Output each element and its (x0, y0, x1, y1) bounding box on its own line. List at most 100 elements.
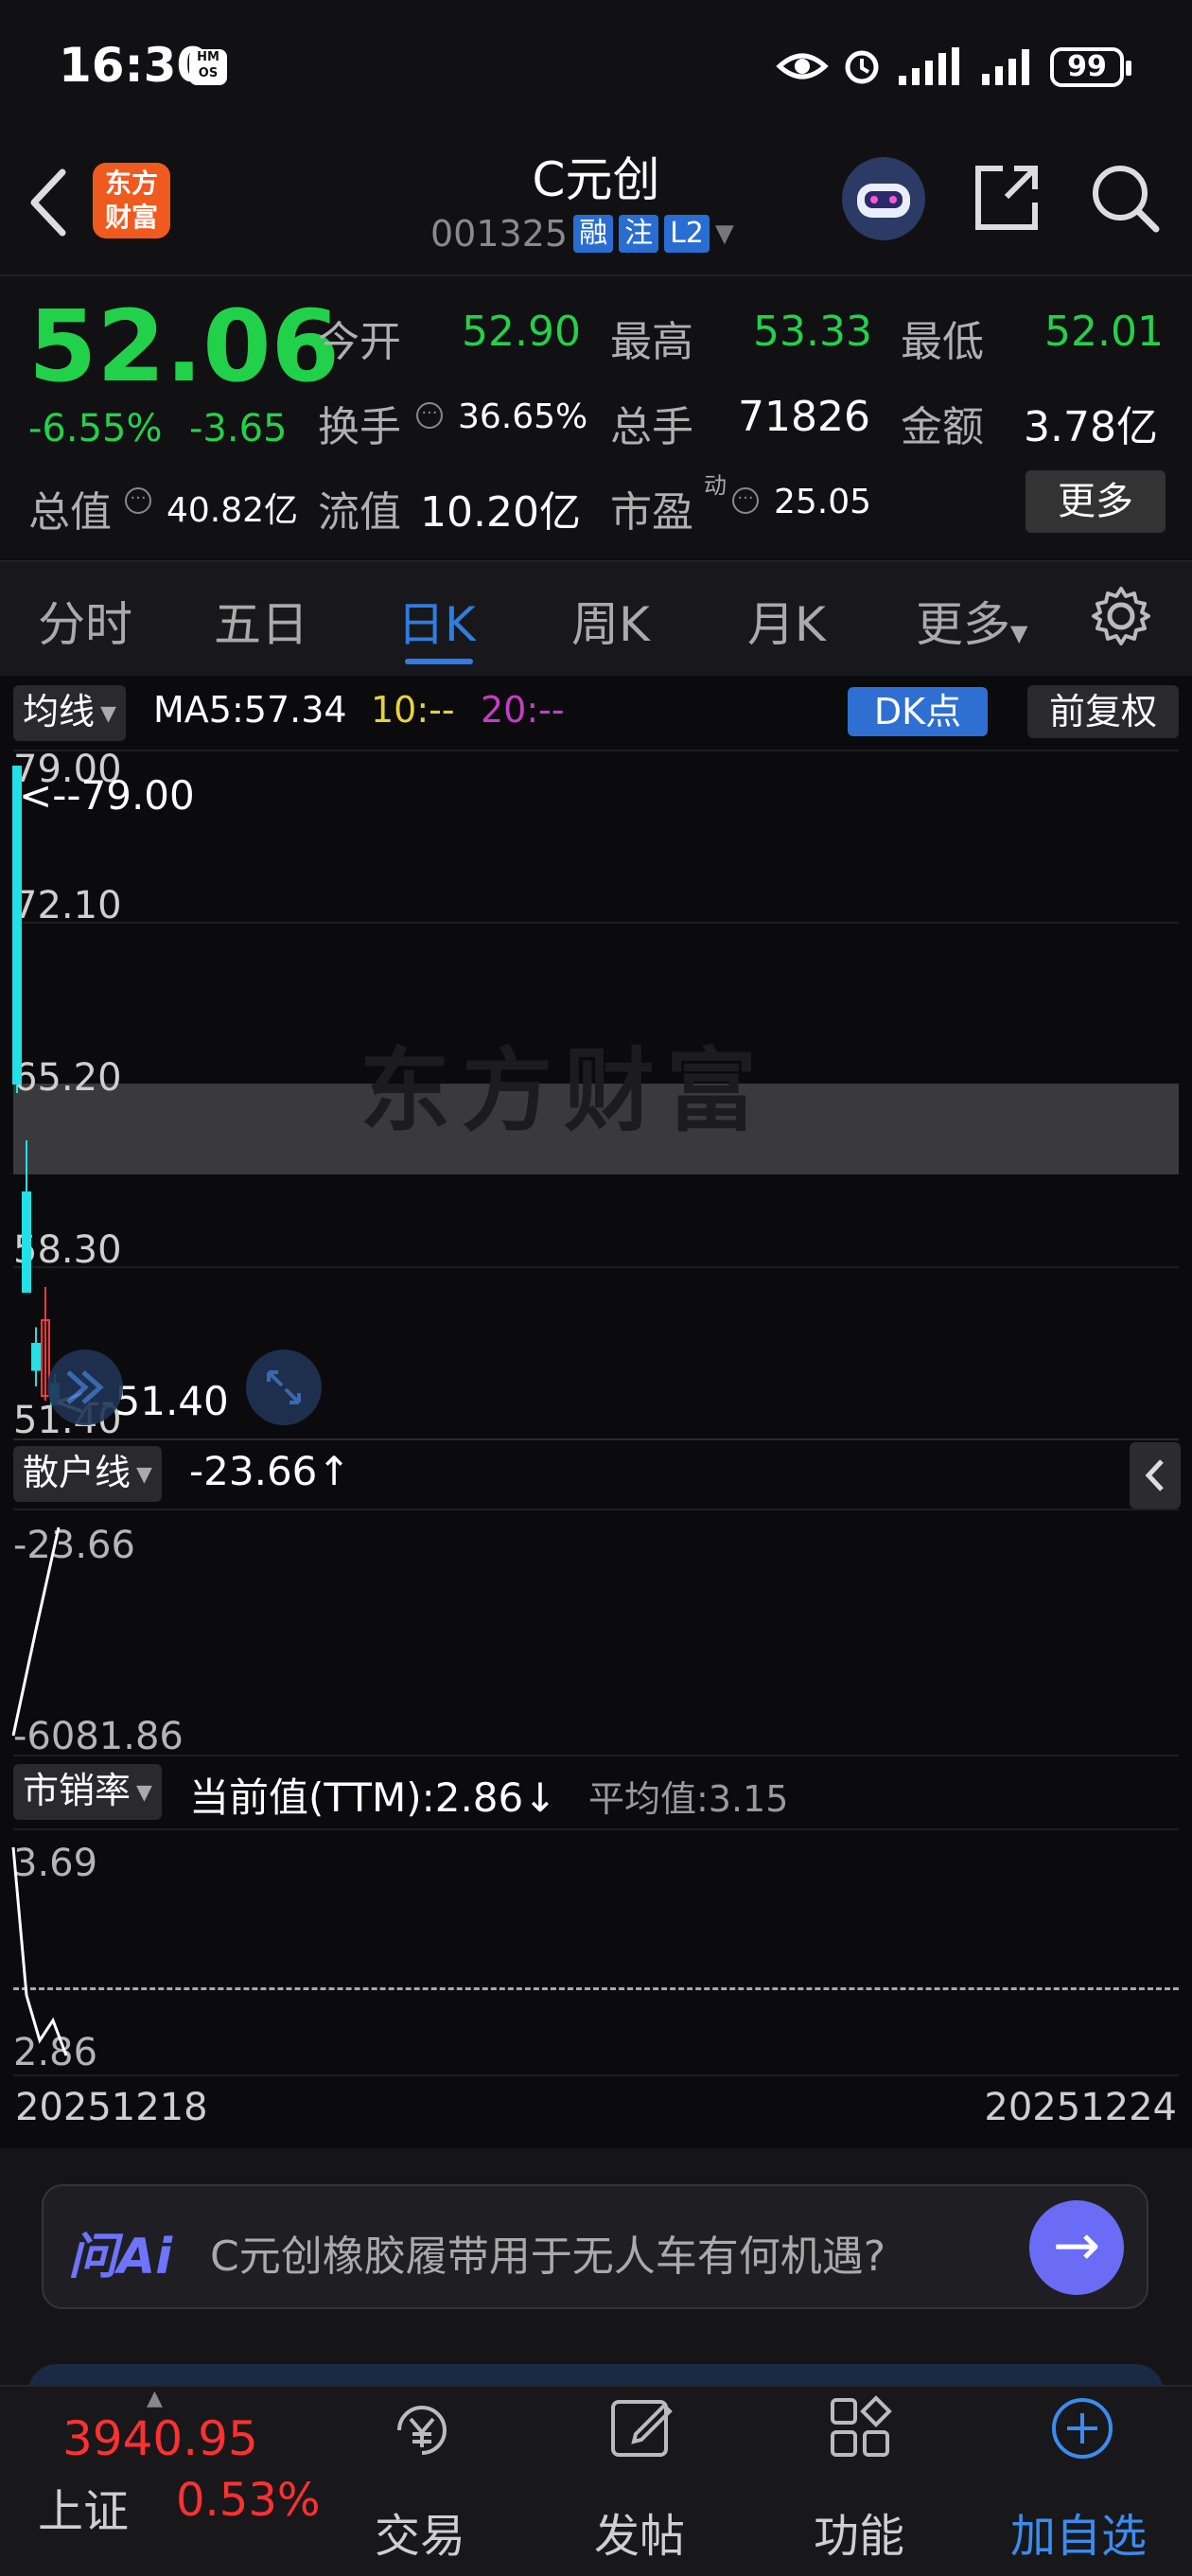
ps-current-value: 当前值(TTM):2.86↓ (189, 1774, 557, 1821)
signal-2-icon (982, 49, 1029, 85)
turnover-value: 36.65% (458, 397, 588, 436)
ma-selector-label: 均线 (23, 691, 96, 732)
pe-dynamic-mark: 动 (704, 472, 727, 499)
high-label: 最高 (610, 318, 693, 366)
tag-margin: 融 (573, 215, 614, 253)
stock-code: 001325 (430, 213, 569, 255)
caret-up-icon: ▲ (147, 2387, 163, 2410)
amount-value: 3.78亿 (1024, 403, 1158, 451)
pe-value: 25.05 (774, 483, 872, 521)
adjust-button[interactable]: 前复权 (1027, 685, 1179, 738)
volume-label: 总手 (610, 403, 693, 451)
open-label: 今开 (318, 318, 401, 366)
open-value: 52.90 (462, 308, 581, 356)
retail-line-series (11, 1526, 61, 1737)
share-icon[interactable] (971, 161, 1043, 235)
tab-daily-k[interactable]: 日K (397, 587, 476, 655)
market-cap-value: 40.82亿 (167, 491, 299, 530)
candle-body (31, 1343, 41, 1371)
retail-line-value: -23.66↑ (189, 1448, 351, 1494)
float-cap-value: 10.20亿 (420, 488, 581, 537)
chevron-left-icon (1145, 1459, 1164, 1491)
ma20-readout: 20:-- (481, 689, 565, 731)
date-end: 20251224 (984, 2086, 1177, 2129)
market-cap-label: 总值 (28, 488, 112, 537)
retail-line-selector[interactable]: 散户线 ▼ (13, 1446, 162, 1502)
change-amount: -3.65 (189, 407, 288, 450)
post-edit-icon[interactable] (607, 2394, 674, 2461)
arrow-right-icon[interactable]: → (1029, 2200, 1124, 2295)
stock-code-row[interactable]: 001325 融 注 L2 ▼ (430, 213, 734, 255)
ps-selector-label: 市销率 (23, 1770, 131, 1811)
info-dots-icon[interactable]: ··· (732, 487, 759, 514)
dk-point-button[interactable]: DK点 (848, 687, 988, 736)
ps-average-value: 平均值:3.15 (588, 1778, 789, 1820)
ps-ratio-selector[interactable]: 市销率 ▼ (13, 1764, 162, 1820)
trade-yen-icon[interactable] (386, 2394, 452, 2461)
pe-label: 市盈 (610, 488, 693, 537)
function-grid-icon[interactable] (827, 2394, 893, 2461)
double-chevron-icon (66, 1370, 104, 1404)
info-dots-icon[interactable]: ··· (416, 402, 443, 429)
tab-intraday[interactable]: 分时 (38, 587, 132, 655)
more-button[interactable]: 更多 (1025, 470, 1166, 533)
ai-question-text: C元创橡胶履带用于无人车有何机遇? (210, 2232, 886, 2281)
last-price: 52.06 (28, 289, 340, 404)
tab-five-day[interactable]: 五日 (214, 587, 308, 655)
amount-label: 金额 (901, 403, 984, 451)
low-label: 最低 (901, 318, 984, 366)
candle-body (22, 1191, 31, 1293)
nav-function[interactable]: 功能 (814, 2498, 904, 2565)
collapse-panel-button[interactable] (1130, 1442, 1181, 1509)
retail-selector-label: 散户线 (23, 1452, 131, 1493)
add-watchlist-icon[interactable] (1048, 2394, 1114, 2461)
eye-icon (776, 53, 829, 79)
expand-button[interactable] (246, 1350, 322, 1425)
tag-l2: L2 (664, 215, 710, 253)
float-cap-label: 流值 (318, 488, 401, 537)
status-time: 16:30 (59, 38, 210, 93)
ps-ratio-chart (11, 1846, 68, 2056)
date-start: 20251218 (15, 2086, 208, 2129)
caret-down-icon: ▼ (1010, 620, 1028, 646)
change-percent: -6.55% (28, 407, 163, 450)
index-name: 上证 (38, 2485, 130, 2538)
kline-chart (12, 766, 60, 1405)
battery-icon: 99 (1050, 47, 1131, 87)
signal-icon (899, 47, 959, 85)
info-dots-icon[interactable]: ··· (125, 487, 151, 514)
grid-line (13, 1755, 1179, 1756)
ma10-readout: 10:-- (371, 689, 455, 731)
ps-ratio-series (11, 1846, 68, 2056)
nav-trade[interactable]: 交易 (375, 2498, 465, 2565)
ma5-readout: MA5:57.34 (153, 689, 347, 731)
active-tab-indicator (405, 659, 473, 664)
volume-value: 71826 (738, 393, 870, 441)
caret-down-icon: ▼ (714, 220, 734, 248)
alarm-icon (845, 50, 879, 84)
tab-monthly-k[interactable]: 月K (747, 587, 826, 655)
tab-more[interactable]: 更多▼ (916, 587, 1027, 655)
index-value[interactable]: 3940.95 (62, 2411, 258, 2466)
max-price-marker: <--79.00 (19, 772, 195, 819)
low-value: 52.01 (1044, 308, 1164, 356)
caret-down-icon: ▼ (136, 1462, 152, 1487)
tag-watch: 注 (619, 215, 659, 253)
caret-down-icon: ▼ (136, 1780, 152, 1805)
search-icon[interactable] (1088, 161, 1162, 235)
ma-selector[interactable]: 均线 ▼ (13, 685, 126, 741)
turnover-label: 换手 (318, 403, 401, 451)
settings-gear-icon[interactable] (1090, 585, 1152, 647)
nav-post[interactable]: 发帖 (594, 2498, 685, 2565)
tab-more-label: 更多 (916, 597, 1010, 652)
panel-divider (13, 1438, 1179, 1440)
tab-weekly-k[interactable]: 周K (571, 587, 650, 655)
fast-forward-button[interactable] (47, 1350, 123, 1425)
high-value: 53.33 (753, 308, 872, 356)
nav-add-watchlist[interactable]: 加自选 (1010, 2498, 1147, 2565)
ai-logo: 问Ai (68, 2229, 173, 2285)
grid-line (13, 2074, 1179, 2076)
retail-line-chart (11, 1526, 61, 1737)
robot-avatar-icon[interactable] (840, 155, 927, 242)
expand-icon (267, 1370, 301, 1404)
